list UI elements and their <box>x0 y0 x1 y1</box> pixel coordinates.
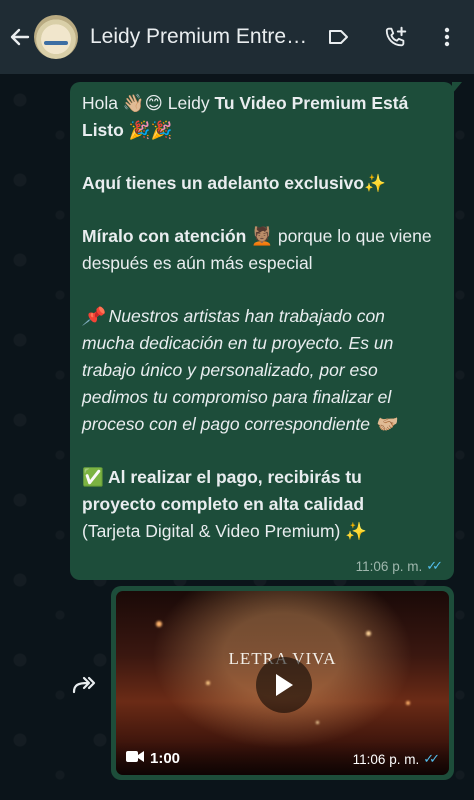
more-vertical-icon[interactable] <box>435 25 459 49</box>
video-time: 11:06 p. m. <box>352 751 420 767</box>
read-ticks-icon: ✓✓ <box>426 558 443 573</box>
message-meta: 11:06 p. m. ✓✓ <box>355 558 443 574</box>
video-meta: 11:06 p. m. ✓✓ <box>352 751 440 767</box>
message-line-artists: 📌 Nuestros artistas han trabajado con mu… <box>82 306 397 434</box>
add-call-icon[interactable] <box>384 25 408 49</box>
video-message-bubble[interactable]: LETRA VIVA 1:00 11:06 p. m. ✓✓ <box>111 586 454 780</box>
play-button[interactable] <box>256 657 312 713</box>
message-time: 11:06 p. m. <box>355 558 423 574</box>
video-duration: 1:00 <box>126 750 180 767</box>
message-line-greeting: Hola 👋🏼😊 Leidy Tu Video Premium Está Lis… <box>82 93 409 140</box>
video-duration-text: 1:00 <box>150 750 181 767</box>
message-line-payment: ✅ Al realizar el pago, recibirás tu proy… <box>82 467 365 514</box>
video-camera-icon <box>126 750 144 767</box>
message-line-watch: Míralo con atención 💆🏽 porque lo que vie… <box>82 226 432 273</box>
bubble-tail <box>452 82 462 94</box>
avatar[interactable] <box>34 15 78 59</box>
forward-icon[interactable] <box>66 670 100 700</box>
chat-title[interactable]: Leidy Premium Entreg… <box>90 25 312 49</box>
label-icon[interactable] <box>326 25 350 49</box>
message-bubble[interactable]: Hola 👋🏼😊 Leidy Tu Video Premium Está Lis… <box>70 82 462 580</box>
message-line-includes: (Tarjeta Digital & Video Premium) ✨ <box>82 521 368 541</box>
chat-header: Leidy Premium Entreg… <box>0 0 474 74</box>
message-line-preview: Aquí tienes un adelanto exclusivo✨ <box>82 173 386 193</box>
read-ticks-icon: ✓✓ <box>423 751 440 766</box>
video-thumbnail[interactable]: LETRA VIVA 1:00 11:06 p. m. ✓✓ <box>116 591 449 775</box>
back-arrow-icon[interactable] <box>8 26 30 48</box>
